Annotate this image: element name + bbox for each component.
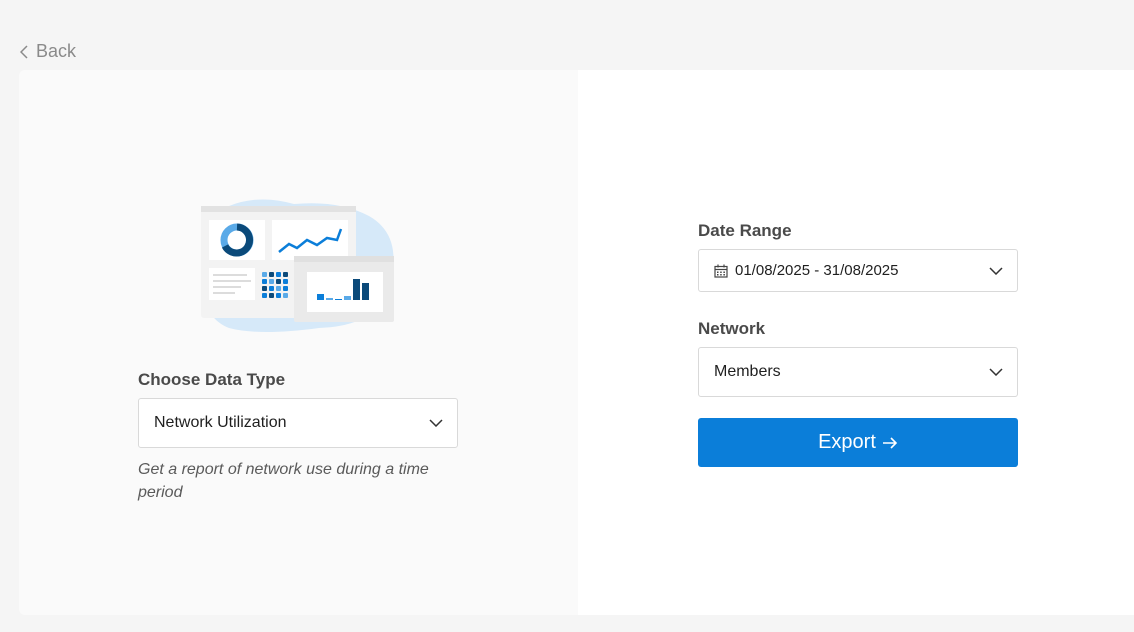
date-range-label: Date Range [698, 221, 792, 240]
back-label: Back [36, 41, 77, 61]
export-button[interactable]: Export [698, 418, 1018, 467]
export-options-pane: Date Range 01/08/2025 - 31/08/2025 Netwo… [578, 70, 1134, 615]
chevron-down-icon [989, 266, 1003, 275]
export-label: Export [818, 431, 876, 453]
chevron-down-icon [989, 368, 1003, 376]
data-type-description: Get a report of network use during a tim… [138, 461, 429, 501]
network-select[interactable]: Members [698, 347, 1018, 397]
chevron-down-icon [429, 419, 443, 427]
network-value: Members [714, 363, 781, 380]
arrow-right-icon [882, 436, 898, 449]
data-type-pane: Choose Data Type Network Utilization Get… [19, 70, 578, 615]
data-type-select[interactable]: Network Utilization [138, 398, 458, 448]
data-type-value: Network Utilization [154, 414, 287, 431]
chevron-left-icon [20, 44, 28, 59]
network-label: Network [698, 319, 766, 338]
calendar-icon [714, 264, 728, 278]
date-range-picker[interactable]: 01/08/2025 - 31/08/2025 [698, 249, 1018, 292]
back-link[interactable]: Back [20, 41, 76, 62]
report-illustration [201, 199, 394, 332]
data-type-label: Choose Data Type [138, 370, 286, 389]
export-card: Choose Data Type Network Utilization Get… [19, 70, 1134, 615]
date-range-value: 01/08/2025 - 31/08/2025 [735, 262, 899, 279]
